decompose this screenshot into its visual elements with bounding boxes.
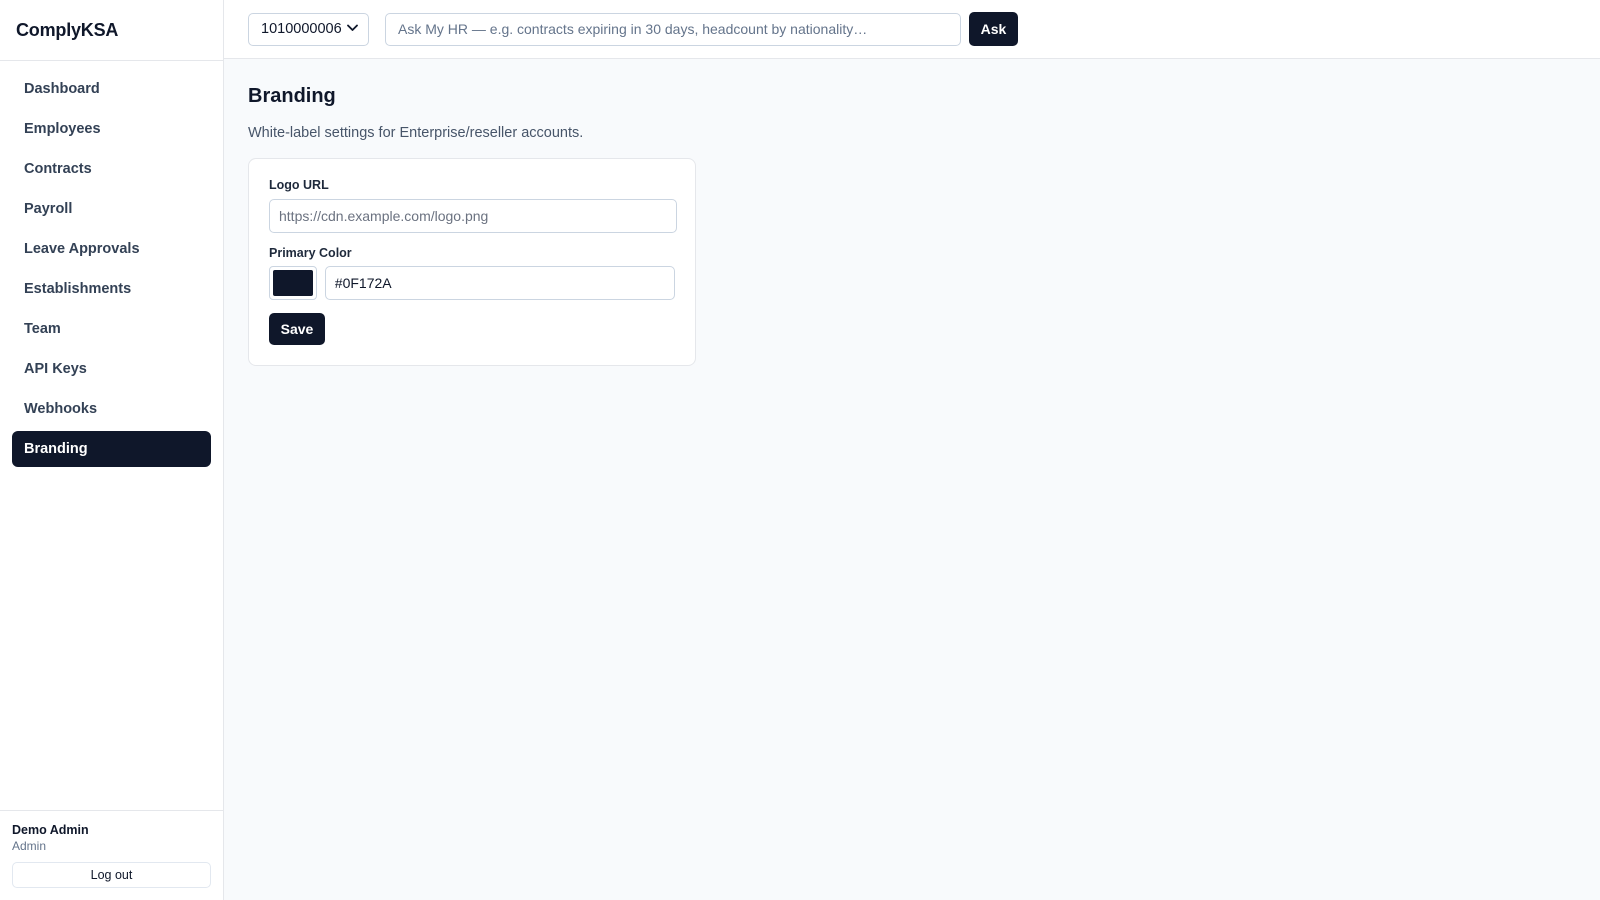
sidebar-item-label: Employees	[24, 121, 101, 137]
ask-hr-input[interactable]	[385, 12, 961, 46]
sidebar-item-label: Team	[24, 321, 61, 337]
sidebar-item-label: Dashboard	[24, 81, 100, 97]
sidebar-item-leave-approvals[interactable]: Leave Approvals	[12, 231, 211, 267]
sidebar: ComplyKSA Dashboard Employees Contracts …	[0, 0, 224, 900]
page-subtitle: White-label settings for Enterprise/rese…	[248, 125, 584, 141]
logo-url-input[interactable]	[269, 199, 677, 233]
user-name: Demo Admin	[12, 823, 89, 837]
sidebar-item-api-keys[interactable]: API Keys	[12, 351, 211, 387]
app-logo: ComplyKSA	[0, 0, 223, 61]
user-role: Admin	[12, 839, 47, 853]
sidebar-item-establishments[interactable]: Establishments	[12, 271, 211, 307]
page-content: Branding White-label settings for Enterp…	[224, 59, 1600, 390]
color-picker[interactable]	[269, 266, 317, 300]
sidebar-item-webhooks[interactable]: Webhooks	[12, 391, 211, 427]
sidebar-item-label: Branding	[24, 441, 88, 457]
app-root: ComplyKSA Dashboard Employees Contracts …	[0, 0, 1600, 900]
sidebar-item-label: Establishments	[24, 281, 132, 297]
sidebar-item-employees[interactable]: Employees	[12, 111, 211, 147]
logo-url-label: Logo URL	[269, 178, 329, 192]
sidebar-item-label: Payroll	[24, 201, 73, 217]
ask-button[interactable]: Ask	[969, 12, 1018, 46]
establishment-select[interactable]: 1010000006	[248, 12, 369, 46]
sidebar-item-contracts[interactable]: Contracts	[12, 151, 211, 187]
sidebar-nav: Dashboard Employees Contracts Payroll Le…	[0, 61, 223, 810]
sidebar-item-label: Contracts	[24, 161, 92, 177]
primary-color-input[interactable]	[324, 266, 675, 300]
sidebar-item-label: Leave Approvals	[24, 241, 140, 257]
establishment-select-value: 1010000006	[261, 21, 342, 37]
sidebar-footer: Demo Admin Admin Log out	[0, 810, 223, 900]
primary-color-label: Primary Color	[269, 246, 352, 260]
logout-button[interactable]: Log out	[12, 862, 211, 888]
branding-form-card: Logo URL Primary Color Save	[248, 158, 696, 366]
primary-color-row	[269, 266, 675, 300]
sidebar-item-dashboard[interactable]: Dashboard	[12, 71, 211, 107]
sidebar-item-payroll[interactable]: Payroll	[12, 191, 211, 227]
chevron-down-icon	[347, 23, 358, 35]
sidebar-item-label: Webhooks	[24, 401, 98, 417]
topbar: 1010000006 Ask	[224, 0, 1600, 59]
page-title: Branding	[248, 85, 336, 107]
sidebar-item-label: API Keys	[24, 361, 87, 377]
sidebar-item-branding[interactable]: Branding	[12, 431, 211, 467]
color-swatch	[273, 270, 313, 296]
sidebar-item-team[interactable]: Team	[12, 311, 211, 347]
save-button[interactable]: Save	[269, 313, 325, 345]
main-area: 1010000006 Ask Branding White-label sett…	[224, 0, 1600, 900]
